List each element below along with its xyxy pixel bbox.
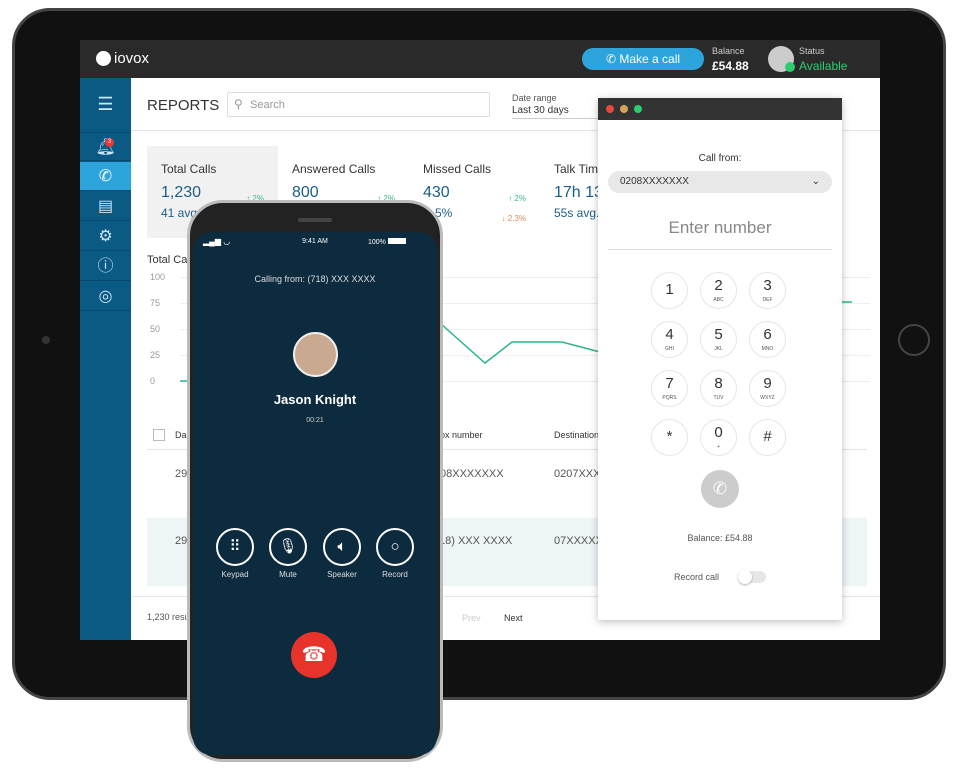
control-label: Mute [279,570,297,579]
microphone-icon: 🎙︎ [278,538,298,555]
prev-button[interactable]: Prev [462,613,481,623]
record-button[interactable]: ○ [376,528,414,566]
results-count: 1,230 resu [147,612,190,622]
call-from-select[interactable]: 0208XXXXXXX ⌄ [608,171,832,193]
record-call-label: Record call [674,572,720,582]
phone-speaker [298,218,332,222]
dial-key[interactable]: 9 WXYZ [749,370,786,407]
record-icon: ○ [390,538,400,555]
call-duration: 00:21 [306,417,324,424]
battery: 100% [368,238,406,246]
select-all-checkbox[interactable] [153,429,165,441]
record-call-toggle[interactable] [738,570,766,584]
minimize-button[interactable] [620,105,628,113]
number-input[interactable]: Enter number [608,218,832,250]
window-titlebar [598,98,842,120]
control-label: Speaker [327,570,357,579]
dial-key[interactable]: 6 MNO [749,321,786,358]
column-header[interactable]: Destination [554,430,599,440]
dial-key[interactable]: 5 JKL [700,321,737,358]
next-button[interactable]: Next [504,613,523,623]
keypad-icon: ⠿ [229,538,241,555]
maximize-button[interactable] [634,105,642,113]
dial-key[interactable]: * [651,419,688,456]
dialer-window: Call from: 0208XXXXXXX ⌄ Enter number 1 2A… [598,98,842,620]
hang-up-icon: ☎ [301,644,327,666]
dial-key[interactable]: 4 GHI [651,321,688,358]
chevron-down-icon: ⌄ [811,176,820,187]
hang-up-button[interactable]: ☎ [291,632,337,678]
call-button[interactable]: ✆ [701,470,739,508]
dialer-balance: Balance: £54.88 [687,533,753,543]
phone-screen: ▂▄▆ ◡ 9:41 AM 100% Calling from: (718) X… [193,232,437,755]
dial-key[interactable]: 7 PQRS [651,370,688,407]
mute-button[interactable]: 🎙︎ [269,528,307,566]
dial-key[interactable]: 2 ABC [700,272,737,309]
battery-icon [387,238,406,244]
dial-key[interactable]: 8 TUV [700,370,737,407]
dial-key[interactable]: 0 + [700,419,737,456]
column-header[interactable]: ox number [440,430,483,440]
speaker-button[interactable]: 🔈︎ [323,528,361,566]
speaker-icon: 🔈︎ [337,538,347,555]
caller-avatar [293,332,338,377]
dial-key[interactable]: 1 [651,272,688,309]
control-label: Record [382,570,408,579]
control-label: Keypad [221,570,249,579]
dial-key[interactable]: 3 DEF [749,272,786,309]
keypad-button[interactable]: ⠿ [216,528,254,566]
caller-name: Jason Knight [273,392,357,407]
call-from-label: Call from: [698,153,742,164]
dial-key[interactable]: # [749,419,786,456]
calling-from: Calling from: (718) XXX XXXX [254,274,376,284]
column-header[interactable]: Da [175,430,187,440]
tablet-camera [42,336,50,344]
close-button[interactable] [606,105,614,113]
tablet-home-button[interactable] [898,324,930,356]
